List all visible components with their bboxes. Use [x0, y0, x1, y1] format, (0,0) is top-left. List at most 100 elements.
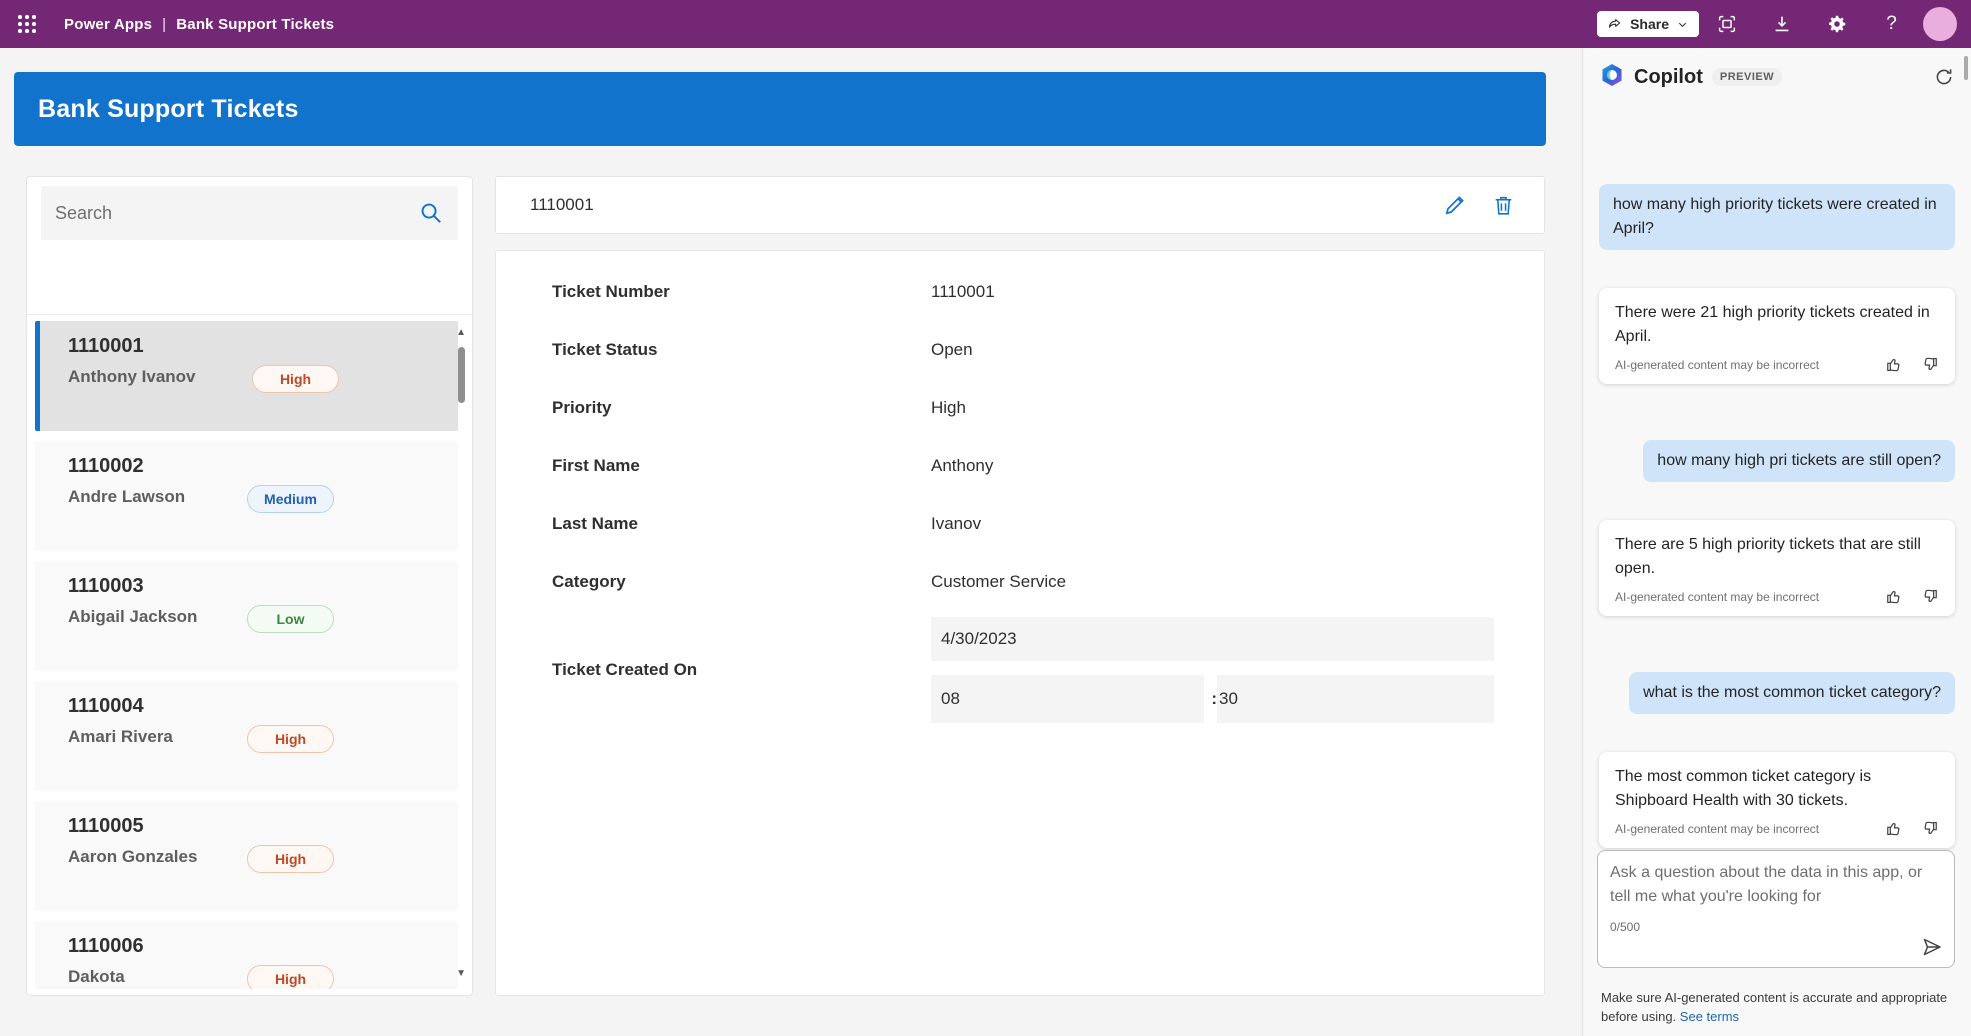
ai-message: There were 21 high priority tickets crea…	[1599, 288, 1955, 384]
ai-message-footer: AI-generated content may be incorrect	[1615, 819, 1939, 838]
app-banner: Bank Support Tickets	[14, 72, 1546, 146]
minute-input[interactable]: 30	[1217, 675, 1494, 723]
ai-message-text: There were 21 high priority tickets crea…	[1615, 301, 1939, 349]
detail-fields: Ticket Number1110001Ticket StatusOpenPri…	[496, 263, 1544, 611]
feedback-buttons	[1885, 587, 1939, 606]
detail-field-row: Ticket Number1110001	[496, 263, 1544, 321]
field-label: First Name	[552, 456, 931, 476]
ticket-number: 1110002	[68, 455, 458, 478]
time-row: 08 : 30	[931, 675, 1494, 723]
copilot-chat: how many high priority tickets were crea…	[1599, 184, 1955, 904]
copilot-header: Copilot PREVIEW	[1599, 62, 1955, 92]
detail-header: 1110001	[495, 176, 1545, 234]
copilot-footer: Make sure AI-generated content is accura…	[1601, 988, 1955, 1026]
search-input[interactable]	[41, 203, 418, 224]
copilot-input-box: 0/500	[1597, 850, 1955, 968]
scroll-up-arrow[interactable]: ▲	[456, 327, 466, 338]
ticket-list-item[interactable]: 1110001Anthony IvanovHigh	[35, 321, 458, 431]
created-on-label: Ticket Created On	[552, 660, 931, 680]
created-on-inputs: 4/30/2023 08 : 30	[931, 617, 1494, 723]
app-title-product: Power Apps	[64, 16, 152, 33]
ticket-list-item[interactable]: 1110005Aaron GonzalesHigh	[35, 801, 458, 911]
thumbs-up-icon[interactable]	[1885, 355, 1904, 374]
field-value: Customer Service	[931, 572, 1066, 592]
help-icon[interactable]: ?	[1864, 0, 1919, 48]
copilot-footer-text: Make sure AI-generated content is accura…	[1601, 990, 1947, 1024]
copilot-scrollbar-thumb[interactable]	[1964, 56, 1968, 80]
feedback-buttons	[1885, 819, 1939, 838]
detail-field-row: PriorityHigh	[496, 379, 1544, 437]
field-label: Ticket Status	[552, 340, 931, 360]
edit-pencil-icon[interactable]	[1438, 188, 1472, 222]
priority-badge: High	[247, 725, 334, 753]
ticket-list-item[interactable]: 1110006 Dakota High	[35, 921, 458, 989]
field-value: Ivanov	[931, 514, 981, 534]
search-box	[41, 186, 458, 240]
ai-message-footer: AI-generated content may be incorrect	[1615, 587, 1939, 606]
user-message: what is the most common ticket category?	[1629, 672, 1955, 714]
field-label: Ticket Number	[552, 282, 931, 302]
waffle-menu-icon[interactable]	[14, 11, 40, 37]
topbar: Power Apps | Bank Support Tickets Share	[0, 0, 1971, 48]
field-value: 1110001	[931, 282, 995, 302]
send-icon[interactable]	[1920, 935, 1944, 959]
ai-disclaimer: AI-generated content may be incorrect	[1615, 590, 1819, 604]
field-label: Category	[552, 572, 931, 592]
thumbs-down-icon[interactable]	[1920, 355, 1939, 374]
topbar-actions: Share ?	[1597, 0, 1971, 48]
hour-input[interactable]: 08	[931, 675, 1204, 723]
app-title-name: Bank Support Tickets	[176, 16, 334, 33]
detail-field-row: First NameAnthony	[496, 437, 1544, 495]
ai-message-footer: AI-generated content may be incorrect	[1615, 355, 1939, 374]
share-label: Share	[1630, 16, 1669, 32]
see-terms-link[interactable]: See terms	[1680, 1009, 1739, 1024]
list-scrollbar-thumb[interactable]	[458, 347, 465, 403]
ticket-number: 1110004	[68, 695, 458, 718]
field-value: Anthony	[931, 456, 993, 476]
ticket-list-item[interactable]: 1110004 Amari Rivera High	[35, 681, 458, 791]
delete-trash-icon[interactable]	[1486, 188, 1520, 222]
refresh-icon[interactable]	[1933, 66, 1955, 88]
thumbs-up-icon[interactable]	[1885, 819, 1904, 838]
ai-disclaimer: AI-generated content may be incorrect	[1615, 822, 1819, 836]
user-message: how many high pri tickets are still open…	[1643, 440, 1955, 482]
char-counter: 0/500	[1610, 920, 1942, 934]
detail-field-row: Last NameIvanov	[496, 495, 1544, 553]
field-label: Last Name	[552, 514, 931, 534]
ticket-number: 1110005	[68, 815, 458, 838]
thumbs-up-icon[interactable]	[1885, 587, 1904, 606]
ticket-name: Amari Rivera	[68, 724, 198, 749]
ticket-list-item[interactable]: 1110002Andre LawsonMedium	[35, 441, 458, 551]
app-title: Power Apps | Bank Support Tickets	[64, 16, 334, 33]
copilot-panel: Copilot PREVIEW how many high priority t…	[1582, 48, 1971, 1036]
thumbs-down-icon[interactable]	[1920, 819, 1939, 838]
page-title: Bank Support Tickets	[38, 95, 299, 124]
ai-message: The most common ticket category is Shipb…	[1599, 752, 1955, 848]
ticket-list-panel: + New 1110001Anthony IvanovHigh1110002An…	[26, 176, 473, 996]
ticket-name: Abigail Jackson	[68, 604, 198, 629]
thumbs-down-icon[interactable]	[1920, 587, 1939, 606]
ticket-name: Aaron Gonzales	[68, 844, 198, 869]
priority-badge: Low	[247, 605, 334, 633]
detail-actions	[1438, 188, 1520, 222]
fit-screen-icon[interactable]	[1699, 0, 1754, 48]
priority-badge: Medium	[247, 485, 334, 513]
date-input[interactable]: 4/30/2023	[931, 617, 1494, 661]
settings-gear-icon[interactable]	[1809, 0, 1864, 48]
download-icon[interactable]	[1754, 0, 1809, 48]
ticket-name: Anthony Ivanov	[68, 364, 198, 389]
copilot-logo-icon	[1599, 62, 1625, 93]
ticket-number: 1110006	[68, 935, 458, 958]
share-button[interactable]: Share	[1597, 11, 1699, 37]
detail-form: Ticket Number1110001Ticket StatusOpenPri…	[495, 250, 1545, 996]
app-title-separator: |	[162, 16, 166, 33]
copilot-input[interactable]	[1610, 861, 1942, 913]
scroll-down-arrow[interactable]: ▼	[456, 968, 466, 979]
ticket-name: Dakota	[68, 964, 198, 989]
user-avatar[interactable]	[1923, 7, 1957, 41]
ticket-list-item[interactable]: 1110003Abigail JacksonLow	[35, 561, 458, 671]
priority-badge: High	[247, 965, 334, 989]
search-icon[interactable]	[418, 200, 444, 226]
detail-field-row: Ticket StatusOpen	[496, 321, 1544, 379]
field-value: Open	[931, 340, 973, 360]
